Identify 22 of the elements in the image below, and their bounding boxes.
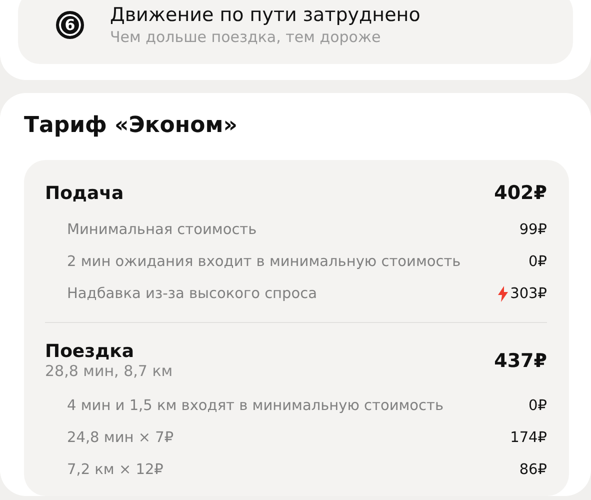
price-item-label: 24,8 мин × 7₽	[67, 430, 174, 446]
notice-title: Движение по пути затруднено	[110, 4, 420, 26]
price-item-label: Минимальная стоимость	[67, 222, 257, 238]
price-item-label: 2 мин ожидания входит в минимальную стоимость	[67, 254, 461, 270]
lightning-icon	[498, 286, 508, 302]
price-item-value: 0₽	[528, 398, 547, 414]
price-item-value: 303₽	[510, 286, 547, 302]
section-total: 402₽	[494, 182, 547, 204]
section-title: Поездка	[45, 341, 135, 362]
section-title: Подача	[45, 182, 124, 204]
price-item-value: 0₽	[528, 254, 547, 270]
price-item-label: 7,2 км × 12₽	[67, 462, 164, 478]
price-item-label: 4 мин и 1,5 км входят в минимальную стоимость	[67, 398, 444, 414]
price-item-label: Надбавка из-за высокого спроса	[67, 286, 317, 302]
section-total: 437₽	[494, 350, 547, 372]
notice-subtitle: Чем дольше поездка, тем дороже	[110, 28, 382, 46]
price-item-value: 86₽	[519, 462, 547, 478]
tariff-title: Тариф «Эконом»	[24, 113, 238, 138]
price-item-value: 99₽	[519, 222, 547, 238]
price-item-value: 174₽	[510, 430, 547, 446]
traffic-level-icon: 6	[56, 11, 84, 39]
section-subtitle: 28,8 мин, 8,7 км	[45, 362, 173, 380]
